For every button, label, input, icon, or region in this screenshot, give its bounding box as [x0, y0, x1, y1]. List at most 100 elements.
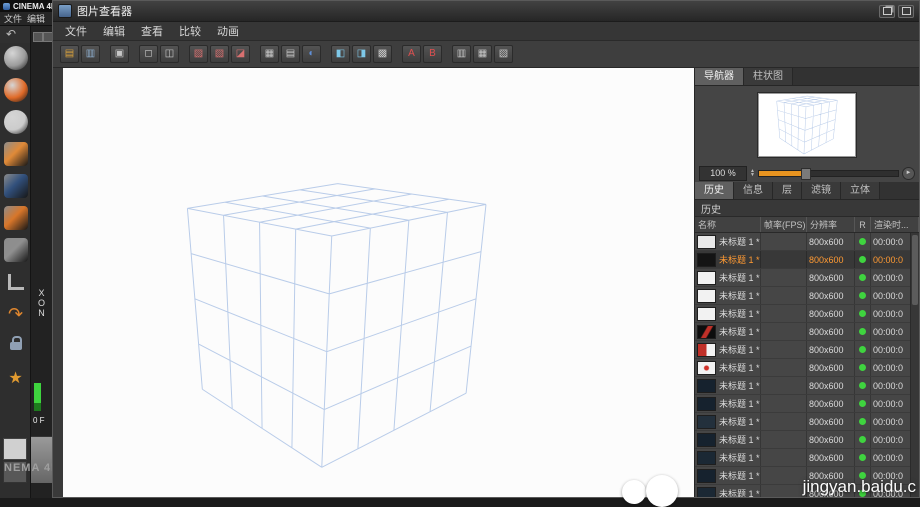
panel-button[interactable]	[43, 32, 52, 42]
save-image-icon-glyph: ▥	[86, 49, 95, 59]
tab-info[interactable]: 信息	[734, 182, 773, 199]
navigator-preview[interactable]	[758, 93, 856, 157]
channel-a-icon[interactable]: A	[402, 45, 421, 63]
frame-range-icon[interactable]: ▤	[281, 45, 300, 63]
c4d-logo-text: NEMA 4D	[4, 462, 52, 474]
render-time: 00:00:0	[873, 291, 903, 301]
tab-navigator[interactable]: 导航器	[695, 68, 744, 85]
history-row[interactable]: 未标题 1 *800x60000:00:0	[695, 323, 911, 341]
mark-start-icon[interactable]: ▨	[189, 45, 208, 63]
scrollbar-thumb[interactable]	[912, 235, 918, 305]
history-row[interactable]: 未标题 1 *800x60000:00:0	[695, 413, 911, 431]
spline-tool-icon[interactable]	[4, 206, 28, 230]
maximize-window-icon[interactable]	[898, 5, 914, 18]
render-time: 00:00:0	[873, 363, 903, 373]
tab-stereo[interactable]: 立体	[841, 182, 880, 199]
compare-b-icon[interactable]: ◨	[352, 45, 371, 63]
history-row[interactable]: 未标题 1 * 800x600 00:00:0	[695, 287, 911, 305]
render-thumbnail	[697, 343, 716, 357]
zoom-slider[interactable]	[758, 170, 899, 177]
history-row[interactable]: 未标题 1 *800x60000:00:0	[695, 431, 911, 449]
zoom-controls: 100 % ▲ ▼ ►	[695, 164, 919, 182]
app-menu-0[interactable]: 文件	[2, 12, 24, 25]
frame-icon[interactable]: ▦	[260, 45, 279, 63]
render-tool-icon[interactable]	[4, 78, 28, 102]
scroll-right-icon[interactable]: ►	[902, 167, 915, 180]
deformer-tool-icon[interactable]: ↷	[4, 302, 28, 326]
history-row[interactable]: 未标题 1 *800x60000:00:0	[695, 233, 911, 251]
material-preview[interactable]	[31, 436, 52, 483]
effects-tool-icon[interactable]: ★	[4, 366, 28, 390]
render-status-icon	[859, 292, 866, 299]
viewer-menu-3[interactable]: 比较	[171, 23, 209, 39]
dock-window-icon[interactable]	[879, 5, 895, 18]
tab-filter[interactable]: 滤镜	[802, 182, 841, 199]
array-tool-icon[interactable]	[4, 142, 28, 166]
filmstrip-icon[interactable]: ▥	[452, 45, 471, 63]
panel-button[interactable]	[33, 32, 43, 42]
render-name: 未标题 1 *	[719, 289, 760, 302]
move-tool-icon[interactable]	[4, 46, 28, 70]
col-resolution[interactable]: 分辨率	[807, 217, 855, 232]
stepper-down-icon[interactable]: ▼	[750, 173, 755, 177]
material-thumb-light[interactable]	[3, 438, 27, 460]
dock-strip: XON 0 F	[30, 26, 52, 498]
layers-panel-icon[interactable]: ▧	[494, 45, 513, 63]
history-table: 未标题 1 *800x60000:00:0未标题 1 *800x60000:00…	[695, 233, 919, 497]
channel-b-icon[interactable]: B	[423, 45, 442, 63]
mesh-tool-icon[interactable]	[4, 238, 28, 262]
open-image-icon[interactable]: ▤	[60, 45, 79, 63]
history-row[interactable]: 未标题 1 *800x60000:00:0	[695, 395, 911, 413]
viewer-menu-2[interactable]: 查看	[133, 23, 171, 39]
zoom-value[interactable]: 100 %	[699, 166, 747, 181]
viewer-menu-4[interactable]: 动画	[209, 23, 247, 39]
mark-end-icon[interactable]: ▧	[210, 45, 229, 63]
history-row[interactable]: 未标题 1 *800x60000:00:0	[695, 341, 911, 359]
save-image-icon[interactable]: ▥	[81, 45, 100, 63]
history-row[interactable]: 未标题 1 *800x60000:00:0	[695, 251, 911, 269]
lock-tool-icon[interactable]	[4, 334, 28, 358]
zoom-slider-thumb[interactable]	[801, 168, 811, 180]
render-status-icon	[859, 454, 866, 461]
compare-a-icon-glyph: ◧	[336, 49, 345, 59]
snapshot-icon[interactable]: ▣	[110, 45, 129, 63]
history-row[interactable]: 未标题 1 *800x60000:00:0	[695, 305, 911, 323]
render-name: 未标题 1 *	[719, 325, 760, 338]
render-time: 00:00:0	[873, 399, 903, 409]
single-view-icon[interactable]: ◻	[139, 45, 158, 63]
window-title: 图片查看器	[77, 3, 132, 19]
render-resolution: 800x600	[809, 291, 844, 301]
viewer-titlebar[interactable]: 图片查看器	[53, 1, 919, 22]
col-rendertime[interactable]: 渲染时...	[871, 217, 919, 232]
axis-tool-icon[interactable]	[4, 270, 28, 294]
rgb-channel-icon[interactable]: ◐	[302, 45, 321, 63]
history-row[interactable]: 未标题 1 *800x60000:00:0	[695, 269, 911, 287]
col-name[interactable]: 名称	[695, 217, 761, 232]
split-view-icon[interactable]: ◫	[160, 45, 179, 63]
history-scrollbar[interactable]	[910, 233, 919, 497]
render-settings-tool-icon[interactable]	[4, 110, 28, 134]
history-row[interactable]: 未标题 1 *800x60000:00:0	[695, 359, 911, 377]
col-fps[interactable]: 帧率(FPS)	[761, 217, 807, 232]
mark-clear-icon[interactable]: ◪	[231, 45, 250, 63]
compare-a-icon[interactable]: ◧	[331, 45, 350, 63]
tab-history[interactable]: 历史	[695, 182, 734, 199]
tab-histogram[interactable]: 柱状图	[744, 68, 793, 85]
cube-primitive-tool-icon[interactable]	[4, 174, 28, 198]
col-state[interactable]: R	[855, 217, 871, 232]
channel-b-icon-glyph: B	[429, 49, 436, 59]
zoom-stepper[interactable]: ▲ ▼	[750, 169, 755, 177]
viewer-menu-0[interactable]: 文件	[57, 23, 95, 39]
history-row[interactable]: 未标题 1 *800x60000:00:0	[695, 377, 911, 395]
render-time: 00:00:0	[873, 453, 903, 463]
image-canvas[interactable]	[63, 68, 694, 497]
render-name: 未标题 1 *	[719, 361, 760, 374]
history-section-header: 历史	[695, 200, 919, 217]
mark-clear-icon-glyph: ◪	[236, 49, 245, 59]
app-menu-1[interactable]: 编辑	[25, 12, 47, 25]
viewer-menu-1[interactable]: 编辑	[95, 23, 133, 39]
contact-sheet-icon[interactable]: ▦	[473, 45, 492, 63]
tab-layer[interactable]: 层	[773, 182, 802, 199]
history-row[interactable]: 未标题 1 *800x60000:00:0	[695, 449, 911, 467]
layer-stack-icon[interactable]: ▩	[373, 45, 392, 63]
